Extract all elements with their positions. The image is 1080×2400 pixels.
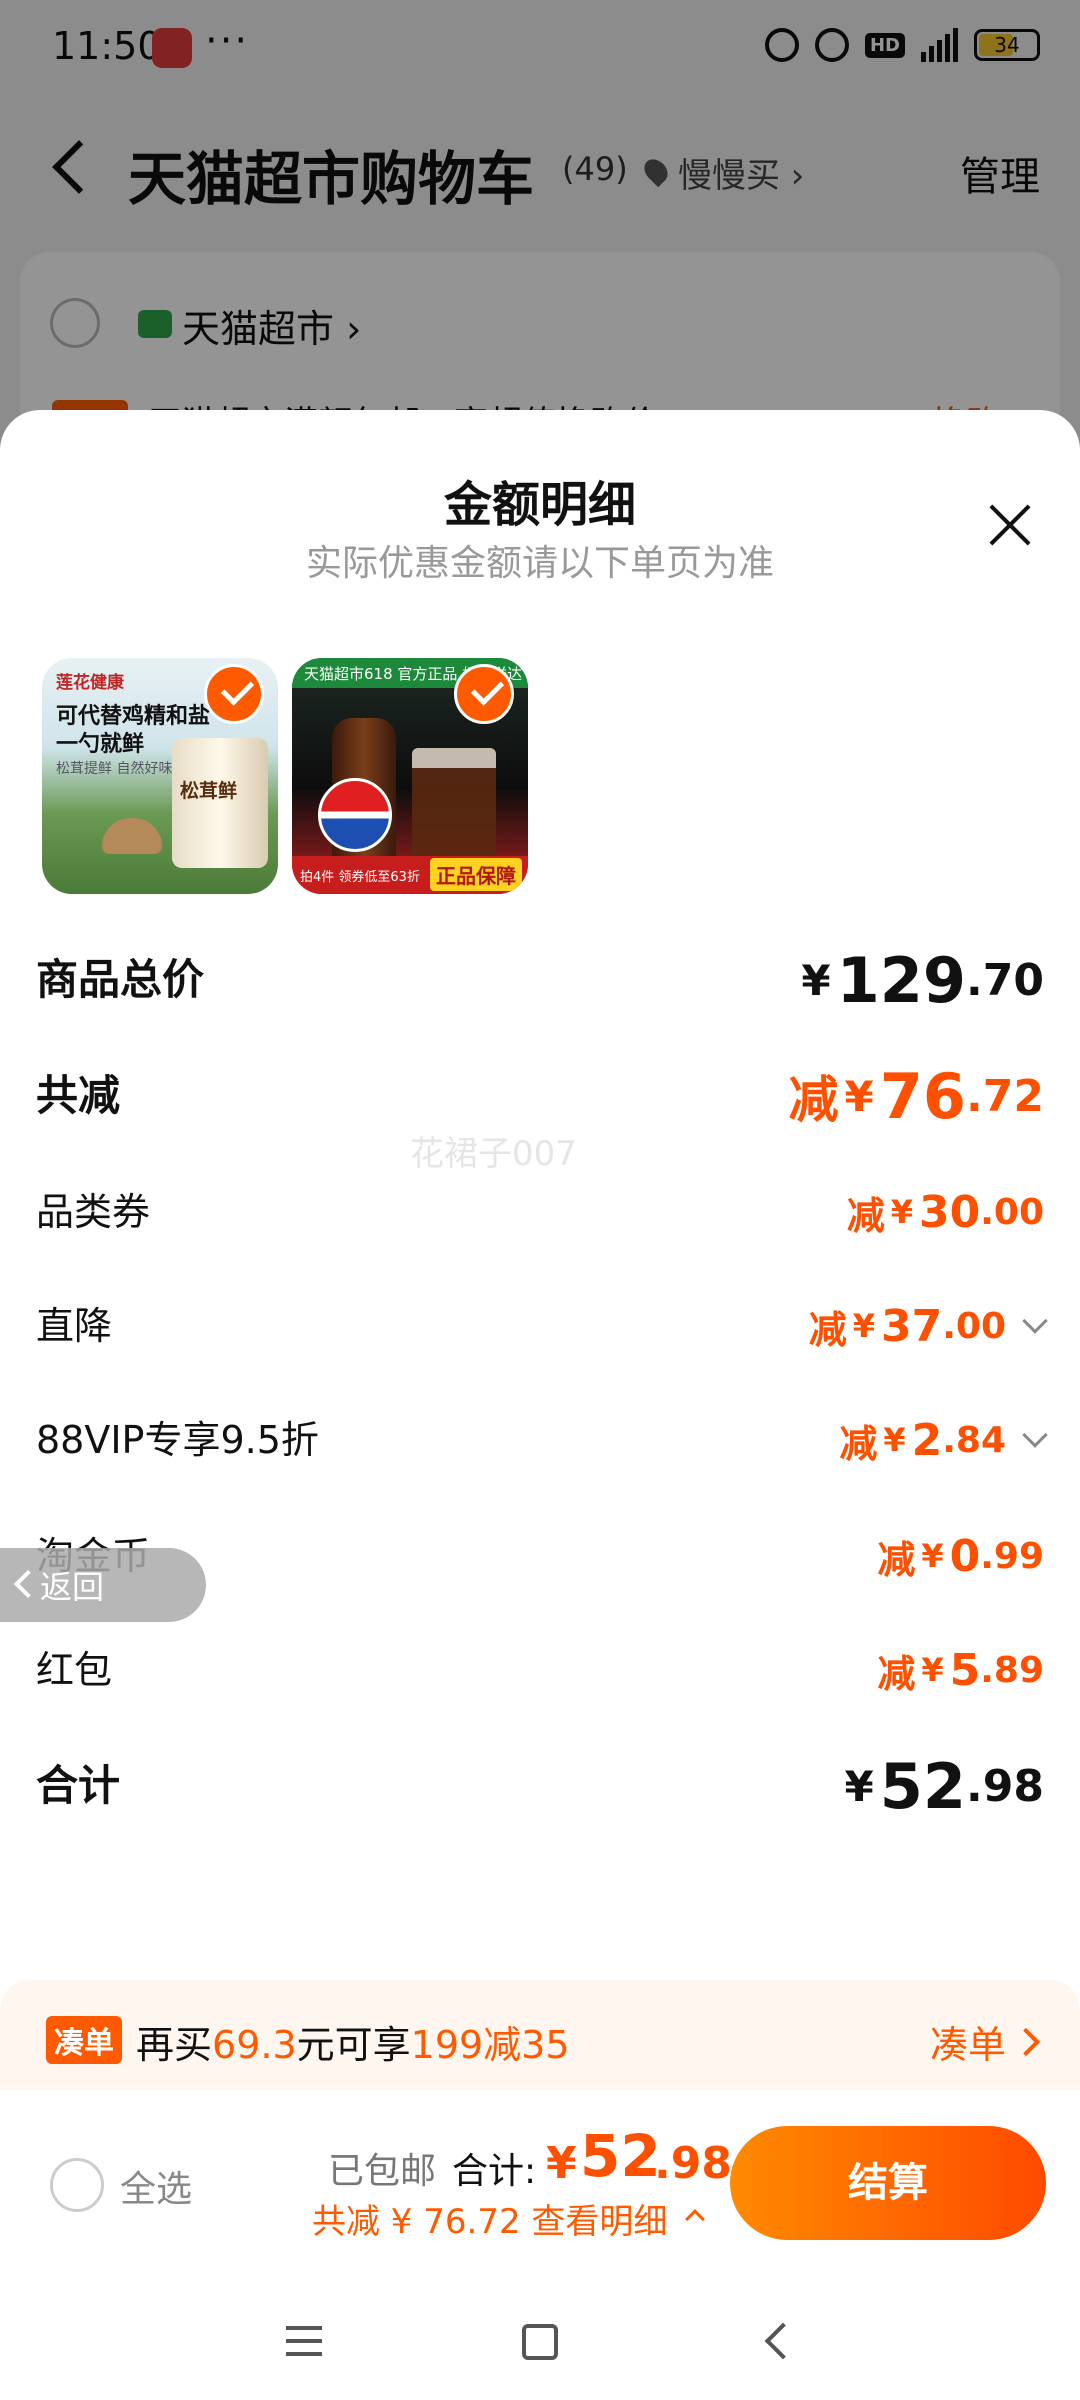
pepsi-logo-icon [318,778,392,852]
currency-symbol: ¥ [890,1193,913,1231]
row-label: 红包 [36,1648,113,1692]
chevron-left-icon [13,1569,43,1599]
row-amount: ¥129.70 [801,930,1044,1030]
total-dec: .98 [654,2138,732,2189]
row-amount: ¥52.98 [845,1736,1044,1836]
amount-dec: .00 [942,1305,1006,1347]
view-details-link[interactable]: 共减 ¥ 76.72 查看明细 [312,2194,667,2243]
currency-symbol: ¥ [852,1307,875,1345]
amount-int: 5 [949,1644,981,1696]
row-red-packet: 红包 减 ¥5.89 [0,1620,1080,1720]
selected-check-icon[interactable] [454,664,514,724]
amount-int: 37 [880,1300,943,1352]
amount-dec: .89 [980,1649,1044,1691]
amount-int: 129 [836,943,967,1017]
total-label: 合计: [452,2151,537,2192]
chevron-down-icon[interactable] [1022,1308,1048,1334]
selected-check-icon[interactable] [204,664,264,724]
row-direct-discount[interactable]: 直降 减 ¥37.00 [0,1276,1080,1376]
minus-label: 减 [846,1193,885,1238]
home-icon[interactable] [522,2324,558,2360]
select-all-radio[interactable] [50,2158,104,2212]
chevron-up-icon[interactable] [685,2209,705,2229]
currency-symbol: ¥ [883,1421,906,1459]
row-label: 直降 [36,1304,113,1348]
add-on-link[interactable]: 凑单 [930,2014,1006,2069]
product-promo-bar: 拍4件 领券低至63折 正品保障 [292,856,528,894]
add-on-text: 再买69.3元可享199减35 [136,2014,570,2069]
seasoning-can-icon: 松茸鲜 [172,738,268,868]
minus-label: 减 [877,1537,916,1582]
product-tagline: 松茸提鲜 自然好味 [56,761,173,777]
product-slogan-2: 一勺就鲜 [56,732,145,757]
currency-symbol: ¥ [921,1651,944,1689]
add-on-text-b: 元可享 [296,2023,411,2067]
genuine-badge: 正品保障 [430,858,522,891]
add-on-promo-bar[interactable]: 凑单 再买69.3元可享199减35 凑单 [0,1980,1080,2090]
row-label: 合计 [36,1761,121,1810]
currency-symbol: ¥ [844,1761,874,1811]
minus-label: 减 [877,1651,916,1696]
amount-int: 30 [918,1186,981,1238]
row-label: 品类券 [36,1190,151,1234]
minus-label: 减 [808,1307,847,1352]
product-thumbnail[interactable]: 莲花健康 可代替鸡精和盐 一勺就鲜 松茸提鲜 自然好味 松茸鲜 [42,658,278,894]
add-on-tag: 凑单 [46,2016,122,2064]
amount-dec: .70 [966,954,1044,1006]
row-amount: 减 ¥37.00 [808,1276,1048,1376]
minus-label: 减 [839,1421,878,1466]
add-on-amount: 69.3 [212,2023,297,2067]
chevron-down-icon[interactable] [1022,1422,1048,1448]
row-amount: 减 ¥5.89 [877,1620,1044,1720]
row-subtotal: 商品总价 ¥129.70 [0,930,1080,1030]
currency-symbol: ¥ [844,1071,874,1121]
floating-back-button[interactable]: 返回 [0,1548,206,1622]
amount-int: 2 [911,1414,943,1466]
amount-dec: .99 [980,1535,1044,1577]
product-brand: 莲花健康 [56,673,124,693]
row-label: 共减 [36,1071,121,1120]
amount-int: 76 [879,1059,967,1133]
amount-dec: .84 [942,1419,1006,1461]
mushroom-icon [102,818,162,854]
amount-dec: .00 [980,1191,1044,1233]
row-amount: 减 ¥76.72 [789,1046,1044,1146]
add-on-deal: 199减35 [410,2023,570,2067]
back-icon[interactable] [764,2322,802,2360]
row-amount: 减 ¥0.99 [877,1506,1044,1606]
row-88vip-discount[interactable]: 88VIP专享9.5折 减 ¥2.84 [0,1390,1080,1490]
row-total-discount: 共减 减 ¥76.72 [0,1046,1080,1146]
amount-dec: .98 [966,1760,1044,1812]
total-int: 52 [580,2122,661,2190]
sheet-title: 金额明细 [443,477,636,533]
currency-symbol: ¥ [921,1537,944,1575]
cola-glass-icon [412,748,496,858]
free-shipping-label: 已包邮 [328,2151,437,2192]
amount-dec: .72 [966,1070,1044,1122]
total-currency: ¥ [546,2138,577,2189]
close-icon[interactable] [984,498,1038,552]
amount-int: 52 [879,1749,967,1823]
chevron-right-icon[interactable] [1011,2027,1041,2057]
menu-icon[interactable] [286,2326,322,2356]
product-thumbnail[interactable]: 天猫超市618 官方正品 极速送达 拍4件 领券低至63折 正品保障 [292,658,528,894]
product-promo-text: 拍4件 领券低至63折 [300,870,420,885]
row-amount: 减 ¥2.84 [839,1390,1048,1490]
sheet-subtitle: 实际优惠金额请以下单页为准 [305,543,774,584]
checkout-button[interactable]: 结算 [730,2126,1046,2240]
currency-symbol: ¥ [801,955,831,1005]
row-label: 商品总价 [36,955,205,1004]
back-label: 返回 [40,1568,105,1606]
product-label: 松茸鲜 [180,780,238,802]
row-category-coupon: 品类券 减 ¥30.00 [0,1162,1080,1262]
select-all-label[interactable]: 全选 [120,2160,192,2212]
checkout-footer: 全选 已包邮 合计: ¥ 52 .98 共减 ¥ 76.72 查看明细 结算 [0,2090,1080,2290]
row-label: 88VIP专享9.5折 [36,1418,319,1462]
minus-label: 减 [788,1071,839,1129]
row-amount: 减 ¥30.00 [847,1162,1044,1262]
add-on-text-a: 再买 [136,2023,213,2067]
row-grand-total: 合计 ¥52.98 [0,1736,1080,1836]
amount-int: 0 [949,1530,981,1582]
system-nav-bar [0,2290,1080,2400]
